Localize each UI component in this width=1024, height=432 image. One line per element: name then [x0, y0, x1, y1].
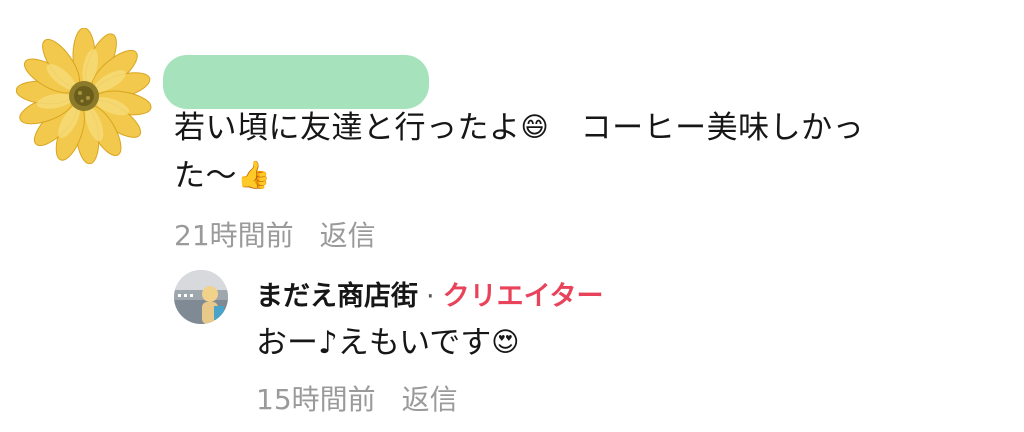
author-separator: · — [426, 281, 435, 312]
creator-avatar-icon — [174, 270, 228, 324]
comment-text-part1: 若い頃に友達と行ったよ — [174, 110, 521, 146]
sunflower-illustration-icon — [15, 27, 152, 165]
reply-text: おー♪えもいです — [256, 325, 492, 361]
reply-to-reply-button[interactable]: 返信 — [402, 383, 458, 416]
reply-body: おー♪えもいです😍 — [256, 321, 519, 365]
comment-meta: 21時間前 返信 — [174, 214, 376, 254]
comment-thread: 若い頃に友達と行ったよ😄 コーヒー美味しかっ た〜👍 21時間前 返信 まだえ商店… — [0, 0, 1024, 432]
creator-badge: クリエイター — [442, 281, 604, 312]
comment-text-part3: た〜 — [174, 158, 237, 194]
reply-author-line: まだえ商店街 · クリエイター — [256, 274, 604, 313]
comment-text-part2: コーヒー美味しかっ — [549, 110, 865, 146]
reply-button[interactable]: 返信 — [320, 219, 376, 252]
comment-timestamp: 21時間前 — [174, 219, 294, 252]
thumbs-up-emoji-icon: 👍 — [237, 160, 272, 191]
heart-eyes-emoji-icon: 😍 — [491, 327, 520, 358]
grinning-face-emoji-icon: 😄 — [520, 112, 550, 143]
reply-meta: 15時間前 返信 — [256, 378, 458, 418]
commenter-avatar[interactable] — [15, 27, 152, 165]
redacted-username — [163, 55, 429, 109]
reply-timestamp: 15時間前 — [256, 383, 376, 416]
reply-avatar[interactable] — [174, 270, 228, 324]
comment-body: 若い頃に友達と行ったよ😄 コーヒー美味しかっ た〜👍 — [174, 104, 974, 200]
reply-author-name[interactable]: まだえ商店街 — [256, 281, 418, 312]
